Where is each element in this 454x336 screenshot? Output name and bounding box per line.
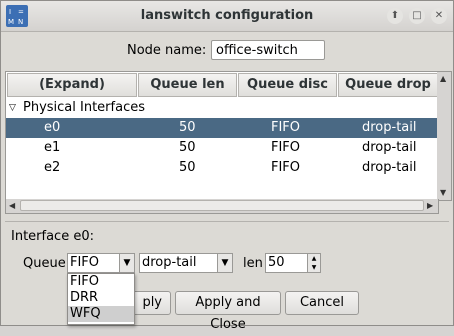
column-header-queue-drop[interactable]: Queue drop [338, 73, 438, 97]
horizontal-scroll-thumb[interactable] [20, 200, 424, 211]
dropdown-option-fifo[interactable]: FIFO [68, 274, 134, 290]
node-name-label: Node name: [127, 43, 207, 58]
interface-label: Interface e0: [11, 229, 94, 244]
chevron-down-icon[interactable]: ▼ [119, 254, 134, 272]
column-header-expand[interactable]: (Expand) [7, 73, 137, 97]
cell-queue-disc: FIFO [271, 160, 301, 175]
cell-queue-len: 50 [179, 160, 196, 175]
len-label: len [243, 256, 263, 271]
horizontal-scrollbar[interactable]: ◀ ▶ [5, 199, 439, 214]
scroll-left-icon[interactable]: ◀ [9, 201, 15, 210]
group-label: Physical Interfaces [23, 100, 145, 115]
up-arrow-icon[interactable]: ⬆ [387, 8, 403, 24]
cancel-button[interactable]: Cancel [285, 291, 359, 315]
collapse-triangle-icon[interactable]: ▽ [9, 98, 16, 118]
queue-disc-select[interactable]: FIFO ▼ [67, 253, 135, 273]
maximize-icon[interactable]: □ [409, 8, 425, 24]
interfaces-table: (Expand) Queue len Queue disc Queue drop… [5, 71, 439, 201]
dropdown-option-drr[interactable]: DRR [68, 290, 134, 306]
close-icon[interactable]: ✕ [431, 8, 447, 24]
queue-disc-value: FIFO [70, 255, 100, 270]
column-header-queue-len[interactable]: Queue len [138, 73, 237, 97]
scroll-down-icon[interactable]: ▼ [440, 188, 446, 197]
queue-label: Queue [23, 256, 66, 271]
spin-up-icon[interactable]: ▲ [308, 254, 320, 263]
queue-len-value: 50 [268, 255, 285, 270]
queue-drop-value: drop-tail [142, 255, 197, 270]
cell-name: e2 [44, 160, 61, 175]
cell-queue-len: 50 [179, 140, 196, 155]
apply-and-close-button[interactable]: Apply and Close [175, 291, 281, 332]
spin-down-icon[interactable]: ▼ [308, 263, 320, 272]
table-row[interactable]: e0 50 FIFO drop-tail [6, 118, 438, 138]
cell-name: e0 [44, 120, 61, 135]
cell-queue-drop: drop-tail [362, 120, 417, 135]
vertical-scrollbar[interactable]: ▲ ▼ [437, 71, 452, 201]
scroll-right-icon[interactable]: ▶ [427, 201, 433, 210]
node-name-row: Node name: [1, 39, 453, 63]
dropdown-option-wfq[interactable]: WFQ [68, 306, 134, 322]
queue-drop-select[interactable]: drop-tail ▼ [139, 253, 233, 273]
table-row[interactable]: e1 50 FIFO drop-tail [6, 138, 438, 158]
tree-group-physical-interfaces[interactable]: ▽ Physical Interfaces [6, 98, 438, 118]
scroll-up-icon[interactable]: ▲ [440, 74, 446, 83]
cell-queue-drop: drop-tail [362, 140, 417, 155]
cell-queue-len: 50 [179, 120, 196, 135]
title-bar[interactable]: I = M N lanswitch configuration ⬆ □ ✕ [1, 1, 453, 32]
queue-len-spinbox[interactable]: 50 ▲ ▼ [265, 253, 321, 273]
window-title: lanswitch configuration [140, 8, 314, 23]
cell-name: e1 [44, 140, 61, 155]
table-row[interactable]: e2 50 FIFO drop-tail [6, 158, 438, 178]
column-header-queue-disc[interactable]: Queue disc [238, 73, 337, 97]
cell-queue-disc: FIFO [271, 140, 301, 155]
cell-queue-drop: drop-tail [362, 160, 417, 175]
dialog-window: I = M N lanswitch configuration ⬆ □ ✕ No… [0, 0, 454, 332]
queue-disc-dropdown-menu: FIFO DRR WFQ [67, 273, 135, 325]
cell-queue-disc: FIFO [271, 120, 301, 135]
node-name-input[interactable] [211, 40, 325, 60]
chevron-down-icon[interactable]: ▼ [217, 254, 232, 272]
spin-buttons[interactable]: ▲ ▼ [307, 254, 320, 272]
